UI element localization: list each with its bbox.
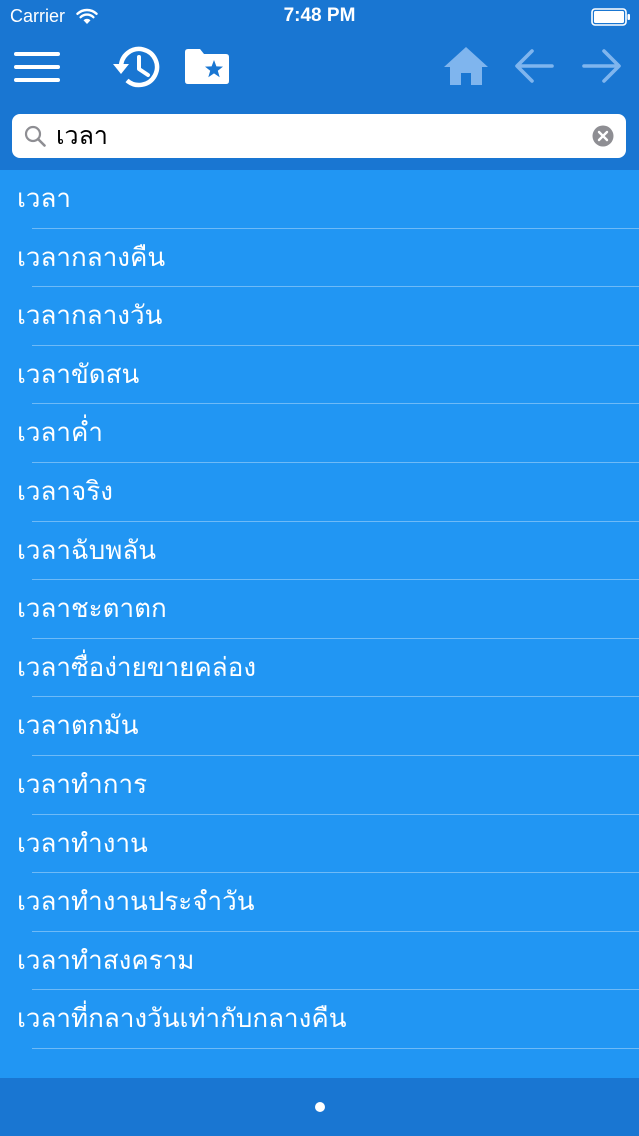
result-item[interactable]: เวลาทำสงคราม [0,932,639,991]
search-input[interactable] [56,118,586,154]
result-item[interactable]: เวลาตกมัน [0,697,639,756]
search-icon [24,125,46,151]
result-item[interactable]: เวลากลางคืน [0,229,639,288]
toolbar [0,34,639,106]
result-item[interactable]: เวลาทำการ [0,756,639,815]
result-item[interactable]: เวลาซื่อง่ายขายคล่อง [0,639,639,698]
favorites-folder-icon[interactable] [183,46,231,90]
battery-icon [591,8,631,31]
result-item[interactable]: เวลาขัดสน [0,346,639,405]
result-item[interactable]: เวลาค่ำ [0,404,639,463]
result-item[interactable]: เวลาที่กลางวันเท่ากับกลางคืน [0,990,639,1049]
clock: 7:48 PM [283,5,356,26]
arrow-left-icon[interactable] [514,48,554,88]
result-item[interactable]: เวลาฉับพลัน [0,522,639,581]
result-item[interactable]: เวลา [0,170,639,229]
home-icon[interactable] [443,46,489,90]
arrow-right-icon[interactable] [582,48,622,88]
search-bar[interactable] [12,114,626,158]
results-list: เวลา เวลากลางคืน เวลากลางวัน เวลาขัดสน เ… [0,170,639,1078]
search-bar-container [0,106,639,170]
result-item[interactable]: เวลาจริง [0,463,639,522]
result-item[interactable]: เวลาทำงาน [0,815,639,874]
footer-bar [0,1078,639,1136]
history-icon[interactable] [112,44,164,94]
page-indicator-dot[interactable] [315,1102,325,1112]
result-item[interactable]: เวลากลางวัน [0,287,639,346]
result-item[interactable]: เวลาชะตาตก [0,580,639,639]
clear-icon[interactable] [592,125,614,151]
result-item[interactable]: เวลาทำงานประจำวัน [0,873,639,932]
hamburger-menu-icon[interactable] [14,50,60,88]
status-bar: Carrier 7:48 PM [0,0,639,34]
